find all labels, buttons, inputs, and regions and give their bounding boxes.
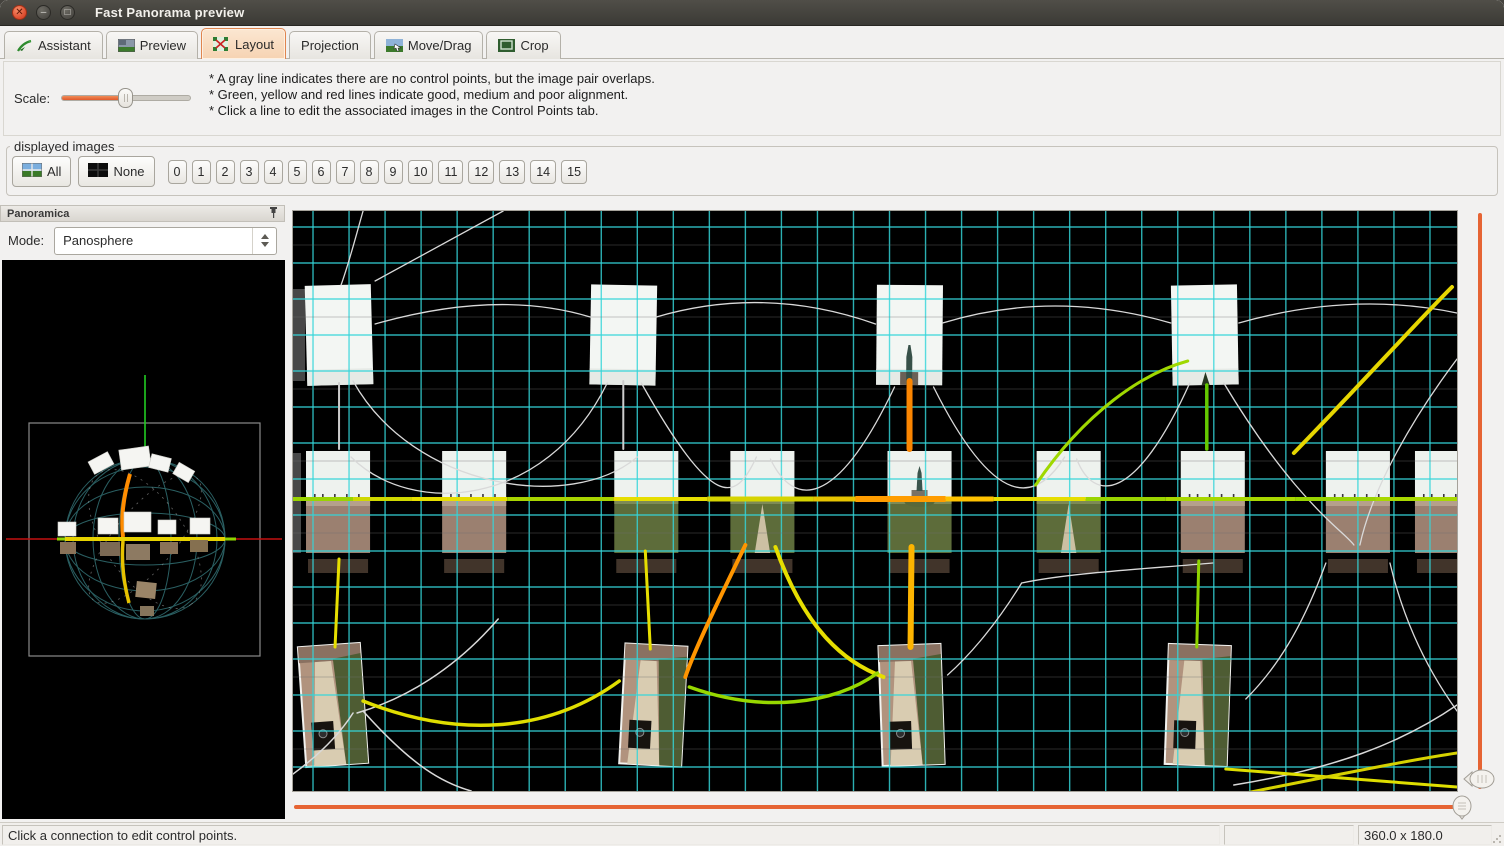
close-icon[interactable]: ✕ — [12, 5, 27, 20]
panosphere-panel: Panoramica Mode: Panosphere — [0, 205, 285, 821]
status-message: Click a connection to edit control point… — [2, 825, 1220, 845]
vertical-scroll-slider[interactable] — [1462, 212, 1504, 792]
tab-label: Crop — [520, 38, 548, 53]
panosphere-view[interactable] — [2, 260, 285, 819]
layout-image-bottom-3[interactable] — [1165, 644, 1231, 766]
spinner-arrows-icon[interactable] — [252, 228, 276, 254]
layout-image-mid-6[interactable] — [1181, 451, 1245, 553]
image-toggle-14[interactable]: 14 — [530, 160, 556, 184]
help-line-2: * Green, yellow and red lines indicate g… — [209, 87, 655, 103]
layout-image-mid-5[interactable] — [1037, 451, 1101, 553]
mode-label: Mode: — [8, 233, 44, 248]
scale-slider-fill — [62, 96, 125, 100]
layout-image-mid-8[interactable] — [1415, 451, 1457, 553]
layout-image-bottom-2[interactable] — [878, 644, 944, 766]
layout-image-mid-0[interactable] — [306, 451, 370, 553]
image-toggle-3[interactable]: 3 — [240, 160, 259, 184]
app-window: ✕ – □ Fast Panorama preview Assistant Pre… — [0, 0, 1504, 846]
image-toggle-15[interactable]: 15 — [561, 160, 587, 184]
minimize-icon[interactable]: – — [36, 5, 51, 20]
control-point-connection[interactable] — [1197, 561, 1199, 647]
show-none-button[interactable]: None — [78, 156, 154, 187]
layout-image-mid-3[interactable] — [730, 451, 794, 553]
scale-slider[interactable] — [61, 95, 191, 101]
show-none-label: None — [113, 164, 144, 179]
image-toggle-11[interactable]: 11 — [438, 160, 463, 184]
show-all-button[interactable]: All — [12, 156, 71, 187]
layout-help-text: * A gray line indicates there are no con… — [209, 71, 655, 119]
tab-label: Move/Drag — [408, 38, 472, 53]
preview-icon — [118, 39, 135, 53]
clipped-image-sliver — [293, 453, 301, 553]
displayed-images-label: displayed images — [10, 139, 118, 154]
image-toggle-7[interactable]: 7 — [336, 160, 355, 184]
layout-image-bottom-1[interactable] — [619, 643, 687, 766]
help-line-1: * A gray line indicates there are no con… — [209, 71, 655, 87]
tab-assistant[interactable]: Assistant — [4, 31, 103, 59]
tab-label: Assistant — [38, 38, 91, 53]
mode-select[interactable]: Panosphere — [54, 227, 277, 255]
horizontal-scroll-slider[interactable] — [292, 794, 1482, 822]
status-bar: Click a connection to edit control point… — [0, 822, 1504, 846]
image-overlap-ghost — [890, 559, 950, 573]
image-overlap-ghost — [1183, 559, 1243, 573]
image-toggle-1[interactable]: 1 — [192, 160, 211, 184]
tab-projection[interactable]: Projection — [289, 31, 371, 59]
crop-icon — [498, 39, 515, 53]
show-all-label: All — [47, 164, 61, 179]
image-overlap-ghost — [1417, 559, 1457, 573]
resize-grip[interactable] — [1491, 833, 1503, 845]
no-images-icon — [88, 163, 108, 180]
image-toggle-8[interactable]: 8 — [360, 160, 379, 184]
tab-label: Preview — [140, 38, 186, 53]
layout-icon — [213, 37, 230, 51]
scale-label: Scale: — [14, 91, 50, 106]
image-overlap-ghost — [444, 559, 504, 573]
panel-title: Panoramica — [7, 208, 69, 220]
image-toggle-2[interactable]: 2 — [216, 160, 235, 184]
scale-slider-handle[interactable] — [118, 88, 133, 108]
layout-image-bottom-0[interactable] — [298, 643, 368, 767]
image-toggle-buttons: 0123456789101112131415 — [162, 160, 593, 184]
image-toggle-5[interactable]: 5 — [288, 160, 307, 184]
tab-move-drag[interactable]: Move/Drag — [374, 31, 484, 59]
image-toggle-12[interactable]: 12 — [468, 160, 494, 184]
tab-bar: Assistant Preview Layout Projection Move/Dra… — [0, 26, 1504, 59]
displayed-images-buttons: All None 0123456789101112131415 — [12, 156, 592, 187]
move-drag-icon — [386, 39, 403, 53]
status-dimensions: 360.0 x 180.0 — [1358, 825, 1492, 845]
image-toggle-13[interactable]: 13 — [499, 160, 525, 184]
image-toggle-10[interactable]: 10 — [408, 160, 434, 184]
tab-crop[interactable]: Crop — [486, 31, 560, 59]
vertical-slider-handle — [1464, 770, 1494, 788]
layout-image-mid-1[interactable] — [442, 451, 506, 553]
assistant-icon — [16, 39, 33, 53]
image-toggle-0[interactable]: 0 — [168, 160, 187, 184]
window-title: Fast Panorama preview — [95, 5, 244, 20]
image-toggle-9[interactable]: 9 — [384, 160, 403, 184]
layout-canvas-area[interactable] — [292, 210, 1458, 792]
status-middle — [1224, 825, 1354, 845]
image-overlap-ghost — [1039, 559, 1099, 573]
image-toggle-4[interactable]: 4 — [264, 160, 283, 184]
title-bar[interactable]: ✕ – □ Fast Panorama preview — [0, 0, 1504, 26]
panosphere-preview[interactable] — [2, 260, 285, 819]
tab-preview[interactable]: Preview — [106, 31, 198, 59]
tab-label: Projection — [301, 38, 359, 53]
help-line-3: * Click a line to edit the associated im… — [209, 103, 655, 119]
maximize-icon[interactable]: □ — [60, 5, 75, 20]
mode-value: Panosphere — [63, 233, 133, 248]
layout-canvas-svg[interactable] — [293, 211, 1457, 791]
image-toggle-6[interactable]: 6 — [312, 160, 331, 184]
tab-label: Layout — [235, 37, 274, 52]
pin-icon[interactable] — [269, 207, 278, 221]
tab-layout[interactable]: Layout — [201, 28, 286, 59]
control-point-connection[interactable] — [911, 547, 912, 647]
horizontal-slider-handle — [1453, 796, 1471, 819]
all-images-icon — [22, 163, 42, 180]
options-panel: Scale: * A gray line indicates there are… — [3, 61, 1501, 136]
